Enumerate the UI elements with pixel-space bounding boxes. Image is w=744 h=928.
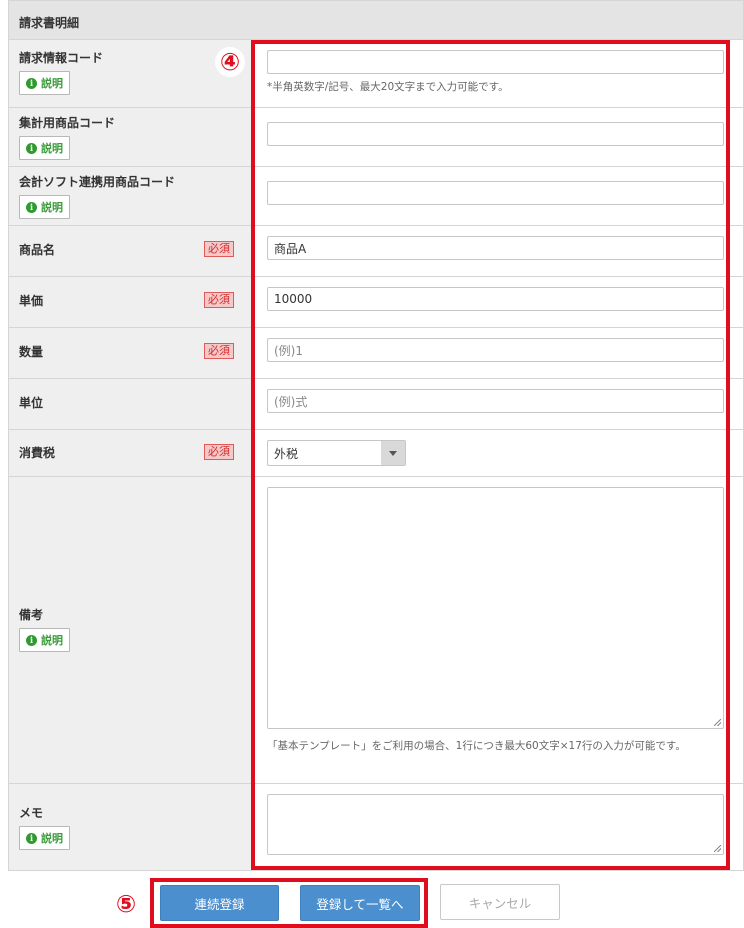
unit-input[interactable]: (例)式 — [267, 389, 724, 413]
aggregate-code-input[interactable] — [267, 122, 724, 146]
field-cell: (例)式 — [253, 379, 743, 429]
help-button-label: 説明 — [41, 634, 63, 647]
field-label: 単位 — [19, 396, 44, 410]
field-label: メモ — [19, 806, 44, 820]
field-cell: 10000 — [253, 277, 743, 327]
accounting-code-input[interactable] — [267, 181, 724, 205]
label-cell: 商品名 必須 — [9, 226, 253, 276]
field-cell: 外税 — [253, 430, 743, 476]
tax-select[interactable]: 外税 — [267, 440, 406, 466]
unit-price-input[interactable]: 10000 — [267, 287, 724, 311]
label-cell: 請求情報コード i 説明 — [9, 40, 253, 107]
register-to-list-button[interactable]: 登録して一覧へ — [300, 885, 420, 921]
field-cell: *半角英数字/記号、最大20文字まで入力可能です。 — [253, 40, 743, 107]
notes-textarea[interactable] — [267, 487, 724, 729]
label-cell: 単価 必須 — [9, 277, 253, 327]
help-button-label: 説明 — [41, 201, 63, 214]
field-cell — [253, 167, 743, 225]
info-circle-icon: i — [26, 142, 37, 154]
required-badge: 必須 — [204, 241, 234, 257]
quantity-input[interactable]: (例)1 — [267, 338, 724, 362]
info-circle-icon: i — [26, 201, 37, 213]
info-circle-icon: i — [26, 77, 37, 89]
help-button[interactable]: i 説明 — [19, 826, 70, 850]
label-cell: 集計用商品コード i 説明 — [9, 108, 253, 166]
row-tax: 消費税 必須 外税 — [9, 430, 743, 477]
help-button[interactable]: i 説明 — [19, 628, 70, 652]
help-button-label: 説明 — [41, 77, 63, 90]
required-badge: 必須 — [204, 343, 234, 359]
field-label: 集計用商品コード — [19, 116, 116, 130]
row-product-name: 商品名 必須 商品A — [9, 226, 743, 277]
required-badge: 必須 — [204, 444, 234, 460]
annotation-marker-5: ⑤ — [111, 889, 141, 919]
help-button[interactable]: i 説明 — [19, 71, 70, 95]
invoice-code-hint: *半角英数字/記号、最大20文字まで入力可能です。 — [267, 81, 509, 93]
required-badge: 必須 — [204, 292, 234, 308]
label-cell: 単位 — [9, 379, 253, 429]
resize-grip-icon[interactable] — [714, 719, 721, 726]
tax-select-value: 外税 — [274, 446, 299, 461]
section-title: 請求書明細 — [9, 0, 743, 40]
resize-grip-icon[interactable] — [714, 845, 721, 852]
field-label: 会計ソフト連携用商品コード — [19, 175, 176, 189]
chevron-down-icon[interactable] — [381, 441, 405, 465]
field-cell: 「基本テンプレート」をご利用の場合、1行につき最大60文字×17行の入力が可能で… — [253, 477, 743, 783]
row-accounting-code: 会計ソフト連携用商品コード i 説明 — [9, 167, 743, 226]
help-button[interactable]: i 説明 — [19, 195, 70, 219]
invoice-code-input[interactable] — [267, 50, 724, 74]
label-cell: 数量 必須 — [9, 328, 253, 378]
field-cell — [253, 784, 743, 870]
field-cell: 商品A — [253, 226, 743, 276]
info-circle-icon: i — [26, 634, 37, 646]
product-name-input[interactable]: 商品A — [267, 236, 724, 260]
info-circle-icon: i — [26, 832, 37, 844]
field-cell: (例)1 — [253, 328, 743, 378]
label-cell: 備考 i 説明 — [9, 477, 253, 783]
row-unit-price: 単価 必須 10000 — [9, 277, 743, 328]
label-cell: 消費税 必須 — [9, 430, 253, 476]
field-cell — [253, 108, 743, 166]
continuous-register-button[interactable]: 連続登録 — [160, 885, 279, 921]
row-quantity: 数量 必須 (例)1 — [9, 328, 743, 379]
help-button[interactable]: i 説明 — [19, 136, 70, 160]
row-invoice-code: 請求情報コード i 説明 *半角英数字/記号、最大20文字まで入力可能です。 — [9, 40, 743, 108]
label-cell: 会計ソフト連携用商品コード i 説明 — [9, 167, 253, 225]
invoice-detail-form: 請求書明細 請求情報コード i 説明 *半角英数字/記号、最大20文字まで入力可… — [8, 0, 744, 871]
row-unit: 単位 (例)式 — [9, 379, 743, 430]
row-aggregate-code: 集計用商品コード i 説明 — [9, 108, 743, 167]
row-notes: 備考 i 説明 「基本テンプレート」をご利用の場合、1行につき最大60文字×17… — [9, 477, 743, 784]
row-memo: メモ i 説明 — [9, 784, 743, 870]
help-button-label: 説明 — [41, 832, 63, 845]
help-button-label: 説明 — [41, 142, 63, 155]
memo-textarea[interactable] — [267, 794, 724, 855]
annotation-marker-4: ④ — [215, 47, 245, 77]
field-label: 備考 — [19, 608, 44, 622]
label-cell: メモ i 説明 — [9, 784, 253, 870]
cancel-button[interactable]: キャンセル — [440, 884, 560, 920]
notes-hint: 「基本テンプレート」をご利用の場合、1行につき最大60文字×17行の入力が可能で… — [267, 740, 686, 752]
